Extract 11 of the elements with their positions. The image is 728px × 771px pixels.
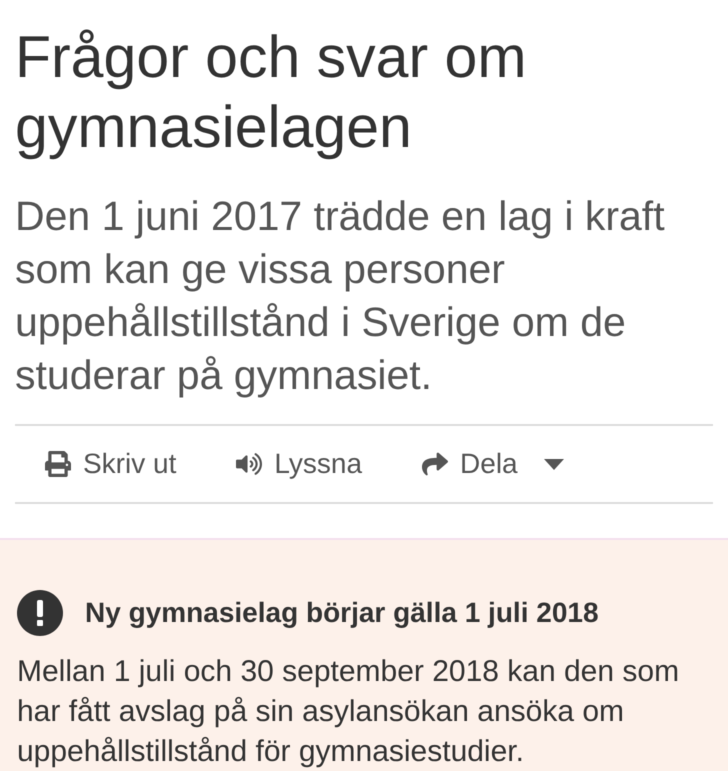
share-button[interactable]: Dela [422, 443, 564, 485]
printer-icon [45, 451, 71, 477]
notice-title: Ny gymnasielag börjar gälla 1 juli 2018 [85, 596, 599, 630]
notice-text: Mellan 1 juli och 30 september 2018 kan den som har fått avslag på sin asylansökan ansöka om uppehållstillstånd för gymnasiestudier. [17, 654, 680, 770]
intro-paragraph: Den 1 juni 2017 trädde en lag i kraft som kan ge vissa personer uppehållstillstånd i Sverige om de studerar på gymnasiet. [15, 192, 666, 400]
print-button[interactable]: Skriv ut [45, 443, 176, 485]
listen-button[interactable]: Lyssna [236, 443, 362, 485]
exclamation-icon [17, 590, 63, 636]
speaker-icon [236, 451, 262, 477]
share-icon [422, 451, 448, 477]
page-title: Frågor och svar om gymnasielagen [15, 23, 528, 162]
